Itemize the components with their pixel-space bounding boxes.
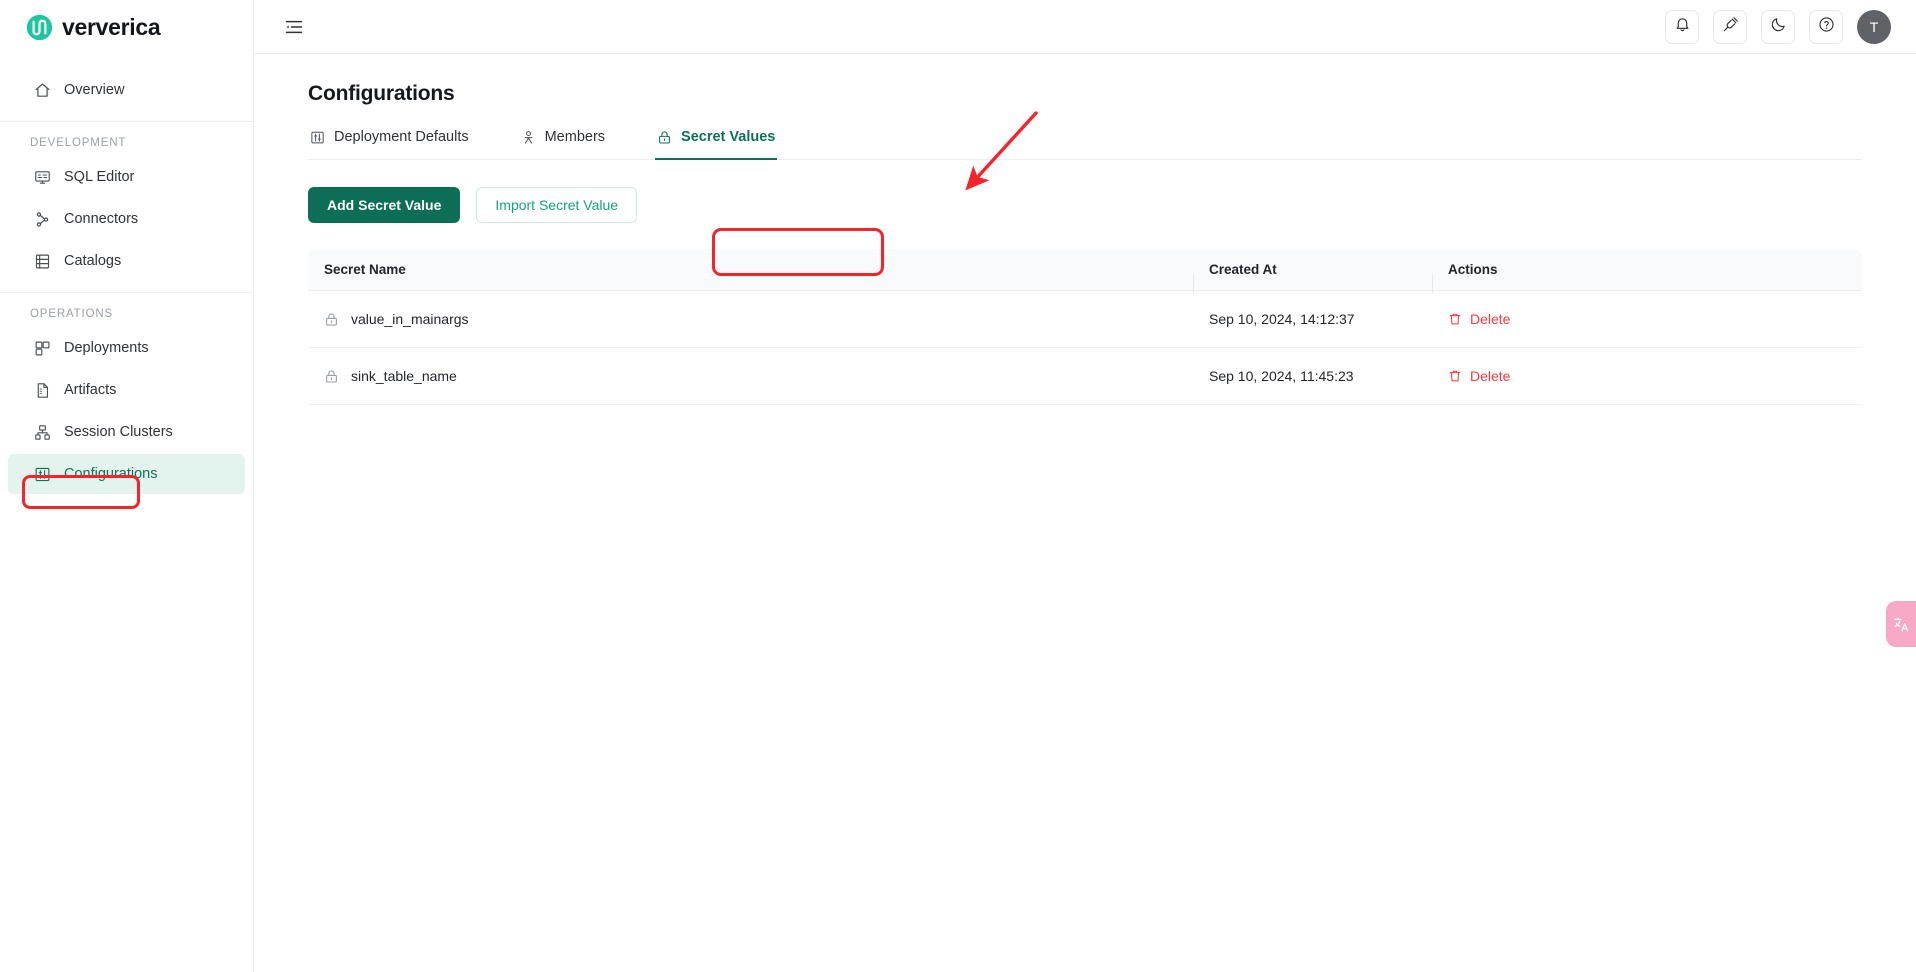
moon-icon (1770, 16, 1787, 38)
trash-icon (1448, 312, 1462, 326)
secret-name-text: value_in_mainargs (351, 311, 469, 327)
connection-button[interactable] (1713, 9, 1747, 44)
tab-label: Members (544, 129, 606, 145)
sidebar-section-development: DEVELOPMENT (30, 137, 127, 149)
main-area: T Configurations Deployment Defaults Mem… (254, 0, 1916, 972)
tab-members[interactable]: Members (519, 129, 607, 160)
sidebar-item-label: Deployments (64, 340, 149, 356)
sidebar-item-connectors[interactable]: Connectors (8, 199, 245, 239)
brand-name: ververica (62, 13, 161, 40)
dark-mode-toggle[interactable] (1761, 9, 1795, 44)
topbar-actions: T (1665, 9, 1891, 44)
tab-deployment-defaults[interactable]: Deployment Defaults (308, 129, 471, 160)
sidebar-item-configurations[interactable]: Configurations (8, 454, 245, 494)
tab-label: Deployment Defaults (334, 129, 469, 145)
lock-icon (324, 312, 339, 327)
sidebar-collapse-icon[interactable] (279, 12, 309, 42)
secret-name-text: sink_table_name (351, 368, 457, 384)
avatar[interactable]: T (1857, 9, 1891, 44)
sidebar-item-label: Session Clusters (64, 424, 173, 440)
page-content: Configurations Deployment Defaults Membe… (254, 54, 1916, 972)
plug-icon (1722, 16, 1739, 38)
created-at-text: Sep 10, 2024, 14:12:37 (1209, 311, 1355, 327)
sidebar-item-label: Catalogs (64, 253, 122, 269)
help-circle-icon (1818, 16, 1835, 38)
sidebar-divider-1 (0, 121, 253, 122)
bell-icon (1674, 16, 1691, 38)
sidebar-item-catalogs[interactable]: Catalogs (8, 241, 245, 281)
table-row[interactable]: value_in_mainargs Sep 10, 2024, 14:12:37 (308, 291, 1862, 348)
sidebar-item-label: Overview (64, 82, 125, 98)
sql-monitor-icon (34, 169, 51, 186)
action-button-row: Add Secret Value Import Secret Value (308, 187, 1862, 223)
sidebar-divider-2 (0, 292, 253, 293)
help-button[interactable] (1809, 9, 1843, 44)
tab-secret-values[interactable]: Secret Values (655, 129, 778, 160)
app-root: ververica Overview DEVELOPMENT SQL Edito… (0, 0, 1916, 972)
cell-created-at: Sep 10, 2024, 14:12:37 (1192, 311, 1432, 327)
tab-label: Secret Values (681, 129, 776, 145)
sidebar-item-sql-editor[interactable]: SQL Editor (8, 157, 245, 197)
cell-secret-name: value_in_mainargs (308, 311, 1192, 327)
tab-bar: Deployment Defaults Members Secret Value… (308, 128, 1862, 160)
sidebar-item-session-clusters[interactable]: Session Clusters (8, 412, 245, 452)
sidebar-item-label: Artifacts (64, 382, 117, 398)
ververica-logo-icon (26, 14, 53, 41)
delete-label: Delete (1470, 311, 1511, 327)
sidebar-item-label: SQL Editor (64, 169, 135, 185)
column-header-secret-name: Secret Name (324, 262, 406, 277)
catalog-icon (34, 253, 51, 270)
sidebar-nav: Overview DEVELOPMENT SQL Editor Connecto… (0, 54, 253, 496)
column-header-actions: Actions (1432, 262, 1514, 293)
cell-actions: Delete (1432, 368, 1526, 384)
cell-created-at: Sep 10, 2024, 11:45:23 (1192, 368, 1432, 384)
add-secret-value-button[interactable]: Add Secret Value (308, 187, 461, 223)
avatar-initial: T (1869, 18, 1879, 35)
home-icon (34, 82, 51, 99)
sidebar-item-deployments[interactable]: Deployments (8, 328, 245, 368)
page-title: Configurations (308, 82, 455, 105)
session-clusters-icon (34, 424, 51, 441)
sidebar-item-artifacts[interactable]: Artifacts (8, 370, 245, 410)
cell-secret-name: sink_table_name (308, 368, 1192, 384)
secret-values-table: Secret Name Created At Actions value_in_… (308, 249, 1862, 405)
configurations-sliders-icon (34, 466, 51, 483)
members-icon (521, 130, 536, 145)
sidebar-item-label: Configurations (64, 466, 158, 482)
delete-button[interactable]: Delete (1448, 311, 1510, 327)
column-header-created-at: Created At (1192, 262, 1432, 293)
trash-icon (1448, 369, 1462, 383)
lock-icon (324, 369, 339, 384)
translate-icon (1893, 616, 1910, 633)
cell-actions: Delete (1432, 311, 1526, 327)
connectors-icon (34, 211, 51, 228)
sidebar-item-overview[interactable]: Overview (8, 70, 245, 110)
table-row[interactable]: sink_table_name Sep 10, 2024, 11:45:23 D… (308, 348, 1862, 405)
import-secret-value-button[interactable]: Import Secret Value (476, 187, 638, 223)
delete-label: Delete (1470, 368, 1511, 384)
topbar: T (254, 0, 1916, 54)
lock-icon (657, 130, 672, 145)
sidebar-item-label: Connectors (64, 211, 139, 227)
delete-button[interactable]: Delete (1448, 368, 1510, 384)
sidebar-section-operations: OPERATIONS (30, 308, 114, 320)
sidebar: ververica Overview DEVELOPMENT SQL Edito… (0, 0, 254, 972)
notifications-button[interactable] (1665, 9, 1699, 44)
brand-logo[interactable]: ververica (0, 0, 253, 54)
translate-widget-button[interactable] (1886, 601, 1916, 647)
sliders-icon (310, 130, 325, 145)
deployments-icon (34, 340, 51, 357)
artifacts-file-icon (34, 382, 51, 399)
table-header-row: Secret Name Created At Actions (308, 249, 1862, 293)
created-at-text: Sep 10, 2024, 11:45:23 (1209, 368, 1354, 384)
